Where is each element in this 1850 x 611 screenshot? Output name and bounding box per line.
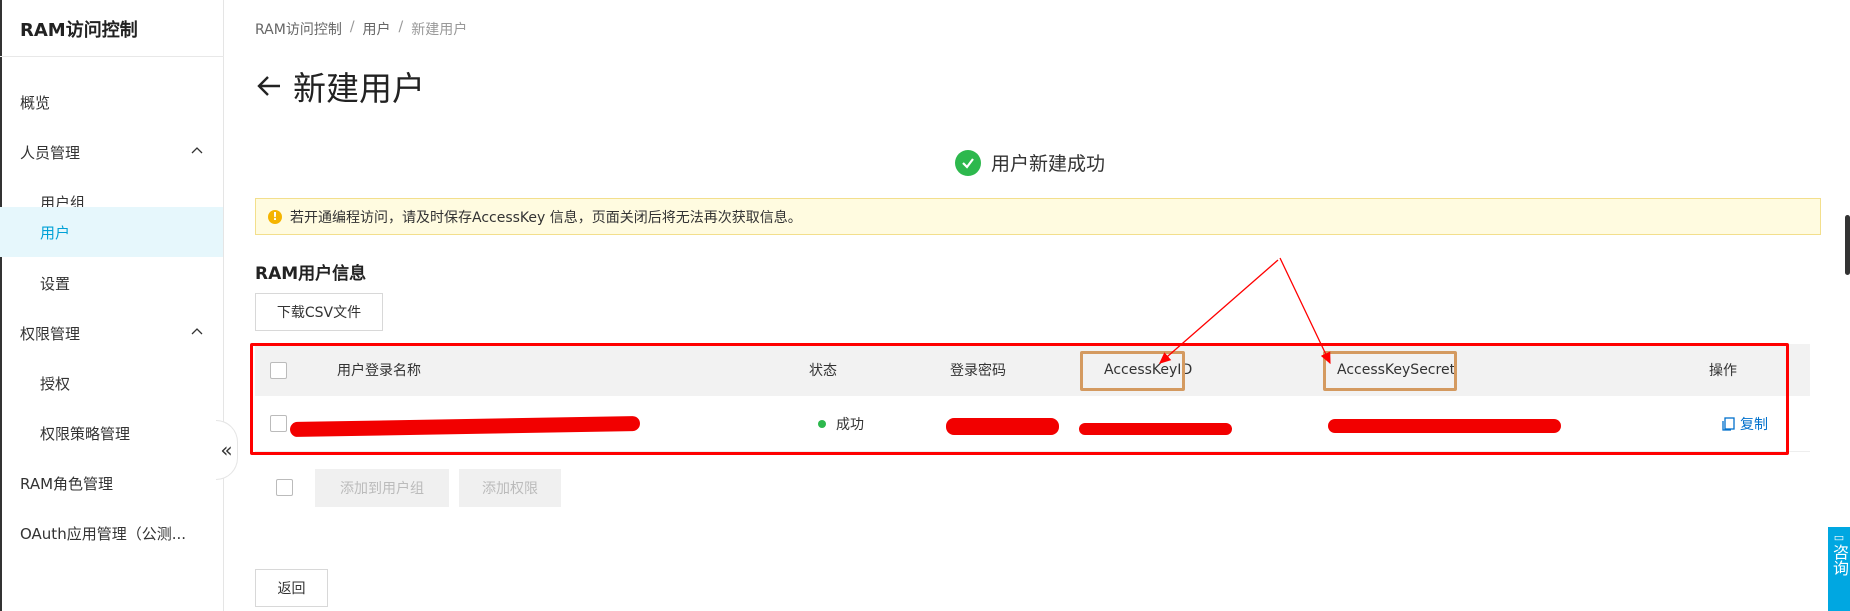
sidebar-item-label: 用户 bbox=[40, 223, 71, 242]
sidebar-item-label: 概览 bbox=[20, 93, 51, 112]
sidebar-item-ram-roles[interactable]: RAM角色管理 bbox=[0, 458, 223, 508]
back-button[interactable]: 返回 bbox=[255, 569, 328, 607]
consult-label: 咨询 bbox=[1830, 544, 1849, 576]
warning-icon: ! bbox=[268, 209, 282, 224]
sidebar-item-label: OAuth应用管理（公测... bbox=[20, 524, 187, 543]
sidebar-item-label: 权限策略管理 bbox=[40, 424, 131, 443]
sidebar-item-label: 人员管理 bbox=[20, 143, 81, 162]
add-permission-button[interactable]: 添加权限 bbox=[459, 469, 561, 507]
breadcrumb-item-users[interactable]: 用户 bbox=[363, 19, 391, 39]
chevron-up-icon bbox=[191, 147, 203, 154]
breadcrumb-item-current: 新建用户 bbox=[411, 22, 468, 38]
annotation-highlight-accesskey-id bbox=[1080, 351, 1185, 391]
check-circle-icon bbox=[955, 149, 981, 176]
sidebar-item-grants[interactable]: 授权 bbox=[0, 358, 223, 408]
sidebar-item-permission-management[interactable]: 权限管理 bbox=[0, 308, 223, 358]
sidebar-item-label: 设置 bbox=[40, 274, 71, 293]
warning-notice: ! 若开通编程访问，请及时保存AccessKey 信息，页面关闭后将无法再次获取… bbox=[255, 198, 1821, 235]
annotation-highlight-accesskey-secret bbox=[1323, 351, 1457, 391]
page-header: 新建用户 bbox=[255, 62, 425, 110]
warning-text: 若开通编程访问，请及时保存AccessKey 信息，页面关闭后将无法再次获取信息… bbox=[290, 209, 802, 226]
scrollbar[interactable] bbox=[1845, 215, 1850, 275]
sidebar-item-users[interactable]: 用户 bbox=[0, 207, 223, 257]
sidebar-item-identity-management[interactable]: 人员管理 bbox=[0, 127, 223, 177]
chevron-up-icon bbox=[191, 328, 203, 335]
page-title: 新建用户 bbox=[293, 69, 425, 108]
breadcrumb: RAM访问控制 / 用户 / 新建用户 bbox=[255, 19, 467, 39]
consult-button[interactable]: ▭ 咨询 bbox=[1828, 527, 1850, 611]
breadcrumb-item-ram[interactable]: RAM访问控制 bbox=[255, 19, 342, 39]
sidebar-title: RAM访问控制 bbox=[20, 20, 138, 41]
sidebar-item-overview[interactable]: 概览 bbox=[0, 77, 223, 127]
sidebar-item-label: 授权 bbox=[40, 374, 71, 393]
success-text: 用户新建成功 bbox=[991, 153, 1106, 175]
sidebar-item-label: 权限管理 bbox=[20, 324, 81, 343]
sidebar-item-settings[interactable]: 设置 bbox=[0, 258, 223, 308]
sidebar: RAM访问控制 概览 人员管理 用户组 用户 设置 权限管理 授权 权限策略管理… bbox=[0, 0, 224, 611]
sidebar-item-oauth-apps[interactable]: OAuth应用管理（公测... bbox=[0, 508, 223, 558]
download-csv-button[interactable]: 下载CSV文件 bbox=[255, 293, 383, 331]
chat-bubble-icon: ▭ bbox=[1833, 531, 1845, 544]
breadcrumb-separator: / bbox=[349, 19, 355, 35]
add-to-group-button[interactable]: 添加到用户组 bbox=[315, 469, 449, 507]
breadcrumb-separator: / bbox=[398, 19, 404, 35]
success-message: 用户新建成功 bbox=[955, 149, 1105, 176]
back-arrow-icon[interactable] bbox=[255, 72, 283, 100]
bulk-select-checkbox[interactable] bbox=[276, 479, 293, 496]
section-title: RAM用户信息 bbox=[255, 264, 367, 284]
main-content: RAM访问控制 / 用户 / 新建用户 新建用户 用户新建成功 ! 若开通编程访… bbox=[224, 0, 1850, 611]
sidebar-item-policies[interactable]: 权限策略管理 bbox=[0, 408, 223, 458]
annotation-red-box bbox=[250, 343, 1789, 455]
sidebar-divider bbox=[0, 56, 224, 57]
sidebar-item-label: RAM角色管理 bbox=[20, 474, 114, 493]
